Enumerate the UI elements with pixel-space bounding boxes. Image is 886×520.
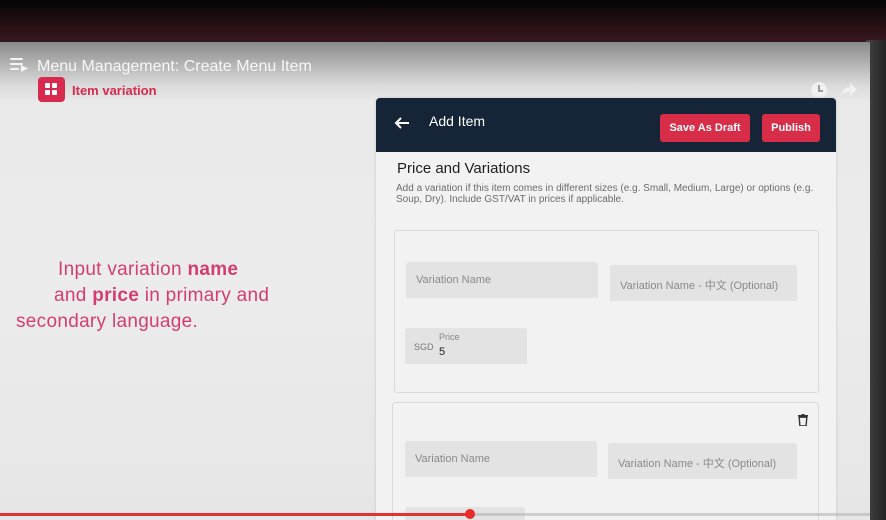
video-frame[interactable]: Menu Management: Create Menu Item Item v… (0, 42, 870, 520)
brand-label: Item variation (72, 83, 157, 98)
variation-name-cn-field[interactable]: Variation Name - 中文 (Optional) (610, 265, 797, 301)
tutorial-caption: Input variation name and price in primar… (10, 257, 350, 335)
delete-variation-icon[interactable] (798, 413, 808, 427)
caption-line-3: secondary language. (16, 311, 199, 332)
section-title: Price and Variations (397, 160, 531, 177)
variation-group-2: Variation Name Variation Name - 中文 (Opti… (392, 402, 819, 520)
publish-button[interactable]: Publish (762, 114, 820, 142)
share-icon[interactable] (840, 82, 858, 98)
variation-name-field[interactable]: Variation Name (406, 262, 598, 298)
section-description: Add a variation if this item comes in di… (396, 183, 814, 205)
save-as-draft-button[interactable]: Save As Draft (660, 114, 750, 142)
video-progress-fill (0, 513, 470, 516)
watch-later-icon[interactable] (811, 82, 827, 98)
variation-name-field[interactable]: Variation Name (405, 441, 597, 477)
panel-header: Add Item Save As Draft Publish (376, 98, 836, 152)
screen-top-background (0, 0, 886, 48)
currency-label: SGD (414, 342, 434, 352)
price-field[interactable]: SGD Price 5 (405, 328, 527, 364)
caption-line-2: and price in primary and (54, 285, 270, 306)
variation-name-cn-placeholder: Variation Name - 中文 (Optional) (620, 280, 779, 292)
brand-logo-icon (38, 77, 65, 102)
video-title[interactable]: Menu Management: Create Menu Item (37, 58, 312, 76)
video-progress-handle[interactable] (464, 509, 475, 519)
playlist-icon[interactable] (10, 56, 28, 72)
price-label: Price (439, 332, 460, 342)
panel-title: Add Item (429, 113, 486, 129)
add-item-panel: Add Item Save As Draft Publish Price and… (376, 98, 836, 520)
variation-group-1: Variation Name Variation Name - 中文 (Opti… (394, 230, 819, 393)
caption-line-1: Input variation name (58, 259, 239, 280)
variation-name-cn-placeholder: Variation Name - 中文 (Optional) (618, 458, 777, 470)
back-arrow-icon[interactable] (394, 116, 410, 130)
variation-name-placeholder: Variation Name (416, 274, 491, 286)
variation-name-placeholder: Variation Name (415, 453, 490, 465)
variation-name-cn-field[interactable]: Variation Name - 中文 (Optional) (608, 443, 797, 479)
price-value: 5 (439, 346, 446, 358)
